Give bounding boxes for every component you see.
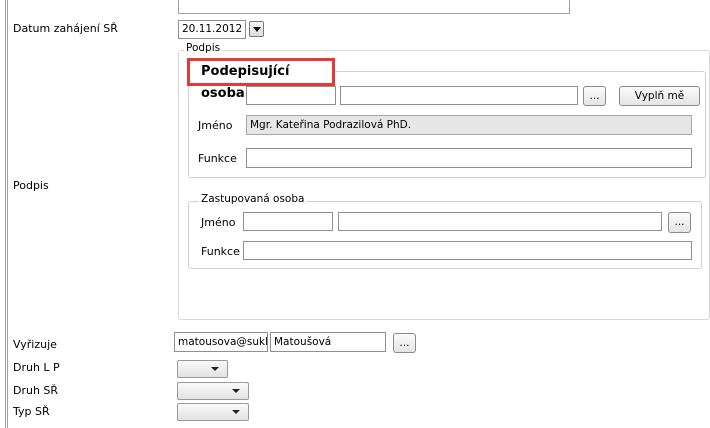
podepisujici-funkce-field[interactable] [246,148,692,168]
vyrizuje-name-field[interactable]: Matoušová [270,332,386,352]
zastupovana-jmeno-label: Jméno [201,216,236,229]
datum-label: Datum zahájení SŘ [13,22,118,35]
zastupovana-jmeno-field-1[interactable] [243,212,333,231]
zastupovana-funkce-label: Funkce [201,245,240,258]
typ-sr-label: Typ SŘ [13,405,50,418]
podepisujici-jmeno-field[interactable]: Mgr. Kateřina Podrazilová PhD. [246,115,692,135]
datum-picker-button[interactable] [249,21,264,37]
chevron-down-icon [232,410,240,414]
druh-sr-label: Druh SŘ [13,384,59,397]
chevron-down-icon [253,27,261,32]
zastupovana-funkce-field[interactable] [243,241,692,260]
fill-me-button[interactable]: Vyplň mě [619,86,700,106]
druh-lp-label: Druh L P [13,361,60,374]
typ-sr-select[interactable] [177,403,249,421]
vyrizuje-label: Vyřizuje [13,338,57,351]
podepisujici-lookup-button[interactable]: ... [583,86,606,106]
podepisujici-funkce-label: Funkce [198,152,237,165]
podepisujici-callout: Podepisující osoba [187,58,335,101]
podepisujici-field-1[interactable] [246,86,336,105]
podpis-label: Podpis [13,179,49,192]
left-border [5,0,8,428]
podepisujici-jmeno-label: Jméno [198,119,233,132]
vyrizuje-lookup-button[interactable]: ... [393,333,416,353]
podpis-group-legend: Podpis [184,42,223,54]
vyrizuje-email-field[interactable]: matousova@sukl. [174,332,268,352]
top-field-edge [178,0,570,14]
druh-lp-select[interactable] [177,360,228,378]
podepisujici-field-2[interactable] [340,86,578,105]
zastupovana-lookup-button[interactable]: ... [668,212,691,233]
druh-sr-select[interactable] [177,382,249,400]
chevron-down-icon [232,389,240,393]
datum-input[interactable]: 20.11.2012 [178,20,246,39]
zastupovana-legend: Zastupovaná osoba [199,193,307,205]
chevron-down-icon [211,367,219,371]
zastupovana-jmeno-field-2[interactable] [338,212,662,231]
